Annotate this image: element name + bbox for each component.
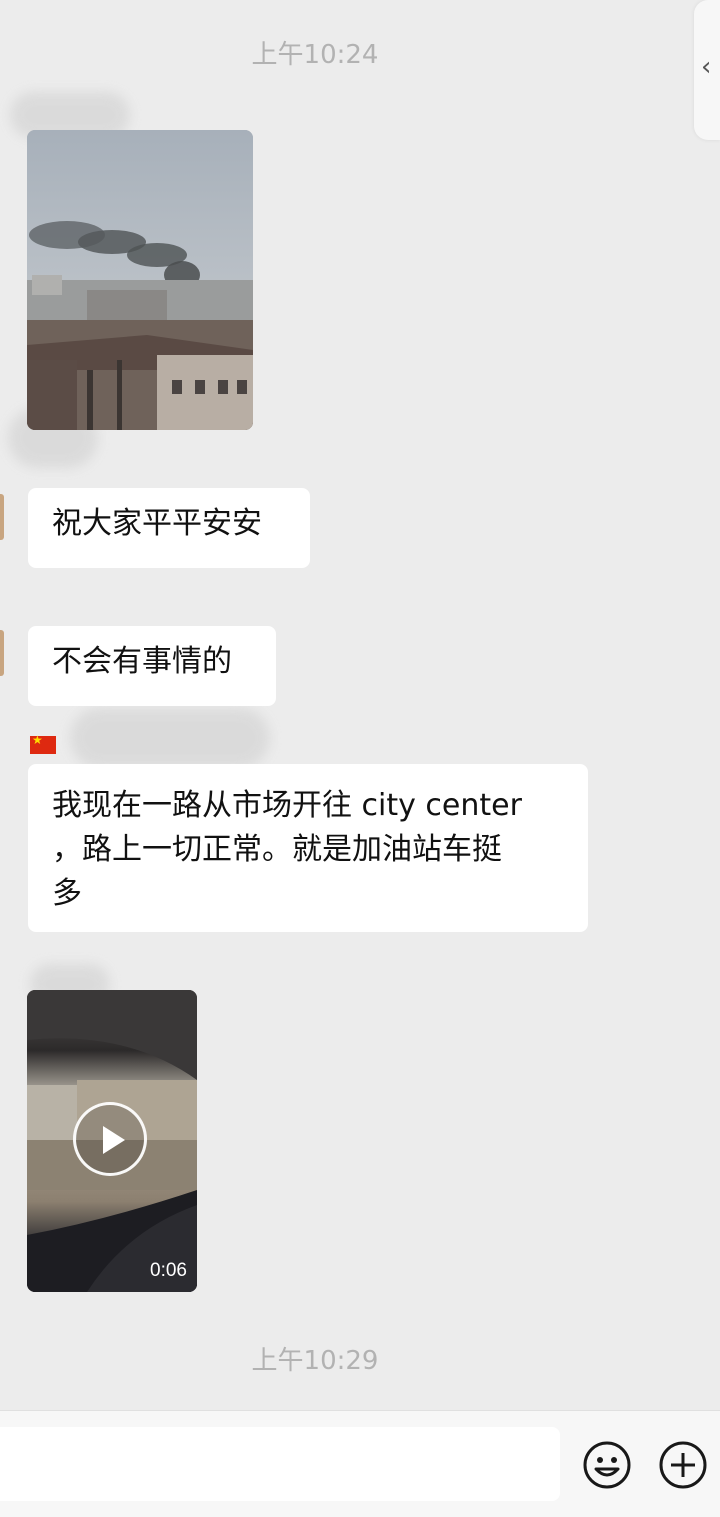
timestamp: 上午10:24 <box>251 40 379 70</box>
message-input[interactable] <box>0 1427 560 1501</box>
message-text-line: ，路上一切正常。就是加油站车挺 <box>52 832 502 867</box>
message-text: 祝大家平平安安 <box>52 506 262 541</box>
message-bubble[interactable]: 不会有事情的 <box>28 626 276 706</box>
video-message[interactable]: 0:06 <box>27 990 197 1292</box>
avatar[interactable] <box>0 630 4 676</box>
chevron-left-icon: ‹ <box>701 52 712 82</box>
timestamp: 上午10:29 <box>251 1346 379 1376</box>
video-duration: 0:06 <box>150 1260 187 1281</box>
china-flag-icon: ★ <box>30 733 56 754</box>
plus-circle-icon <box>659 1441 707 1489</box>
play-button[interactable] <box>73 1102 147 1176</box>
chat-area[interactable]: ‹ 上午10:24 祝大家平平安安 不会有事情的 ★ 我现在一路从市场开往 ci… <box>0 0 720 1410</box>
emoji-icon <box>583 1441 631 1489</box>
message-text-line: 我现在一路从市场开往 city center <box>52 788 522 823</box>
play-icon <box>103 1126 125 1154</box>
emoji-button[interactable] <box>582 1440 632 1490</box>
image-smoke-city <box>27 130 253 430</box>
message-bubble[interactable]: 祝大家平平安安 <box>28 488 310 568</box>
message-text-line: 多 <box>52 876 82 911</box>
avatar[interactable] <box>0 494 4 540</box>
input-bar <box>0 1410 720 1517</box>
image-message[interactable] <box>27 130 253 430</box>
message-text: 不会有事情的 <box>52 644 232 679</box>
side-drawer-tab[interactable]: ‹ <box>694 0 720 140</box>
add-button[interactable] <box>658 1440 708 1490</box>
message-bubble[interactable]: 我现在一路从市场开往 city center ，路上一切正常。就是加油站车挺 多 <box>28 764 588 932</box>
sender-line: ★ <box>30 733 270 756</box>
